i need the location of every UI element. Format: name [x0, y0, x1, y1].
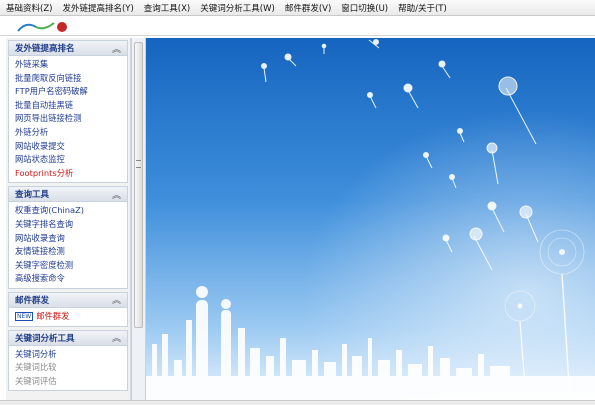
- nav-link-mass-mail[interactable]: NEW 邮件群发: [15, 310, 127, 324]
- panel-title: 关键词分析工具: [15, 333, 75, 344]
- nav-link-backlink-analysis[interactable]: 外链分析: [15, 126, 127, 140]
- double-chevron-up-icon[interactable]: ︽: [112, 293, 121, 306]
- nav-link-keyword-density[interactable]: 关键字密度检测: [15, 259, 127, 273]
- nav-link-export-link-check[interactable]: 网页导出链接检测: [15, 112, 127, 126]
- nav-link-site-submit[interactable]: 网站收录提交: [15, 140, 127, 154]
- panel-title: 发外链提高排名: [15, 44, 75, 54]
- status-bar: [0, 400, 595, 405]
- nav-link-label: 邮件群发: [36, 310, 70, 321]
- sidebar: 发外链提高排名 ︽ 外链采集 批量爬取反向链接 FTP用户名密码破解 批量自动挂…: [6, 38, 131, 400]
- panel-header-mass-mail[interactable]: 邮件群发 ︽: [9, 292, 127, 308]
- nav-link-site-monitor[interactable]: 网站状态监控: [15, 153, 127, 167]
- app-logo-icon: [17, 22, 67, 32]
- panel-keyword-tools: 关键词分析工具 ︽ 关键词分析 关键词比较 关键词评估: [8, 329, 128, 392]
- double-chevron-up-icon[interactable]: ︽: [112, 188, 121, 201]
- panel-mass-mail: 邮件群发 ︽ NEW 邮件群发: [8, 291, 128, 327]
- nav-link-friend-link-check[interactable]: 友情链接检测: [15, 245, 127, 259]
- dandelion-sky-illustration: [146, 38, 595, 400]
- panel-header-keyword-tools[interactable]: 关键词分析工具 ︽: [9, 330, 127, 346]
- menu-help-about[interactable]: 帮助/关于(T): [398, 2, 447, 14]
- nav-link-keyword-rank[interactable]: 关键字排名查询: [15, 218, 127, 232]
- sidebar-scrollbar[interactable]: [131, 38, 146, 400]
- nav-link-footprints[interactable]: Footprints分析: [15, 167, 127, 181]
- nav-link-backlink-collect[interactable]: 外链采集: [15, 58, 127, 72]
- menu-backlink-ranking[interactable]: 发外链提高排名(Y): [62, 2, 133, 14]
- splitter-grip-icon[interactable]: [136, 160, 141, 168]
- nav-link-keyword-analysis[interactable]: 关键词分析: [15, 348, 127, 362]
- new-badge: NEW: [15, 311, 34, 321]
- nav-link-advanced-search[interactable]: 高级搜索命令: [15, 272, 127, 286]
- menu-basic-info[interactable]: 基础资料(Z): [6, 2, 52, 14]
- scrollbar-thumb[interactable]: [134, 42, 143, 328]
- nav-link-index-query[interactable]: 网站收录查询: [15, 232, 127, 246]
- nav-link-weight-query[interactable]: 权重查询(ChinaZ): [15, 204, 127, 218]
- menu-mass-mail[interactable]: 邮件群发(V): [285, 2, 331, 14]
- nav-link-crawl-reverse-links[interactable]: 批量爬取反向链接: [15, 72, 127, 86]
- menu-query-tools[interactable]: 查询工具(X): [144, 2, 190, 14]
- nav-link-auto-hidden-links[interactable]: 批量自动挂黑链: [15, 99, 127, 113]
- double-chevron-up-icon[interactable]: ︽: [112, 42, 121, 55]
- toolbar-strip: [0, 16, 595, 36]
- welcome-background: [146, 38, 595, 400]
- panel-header-query-tools[interactable]: 查询工具 ︽: [9, 187, 127, 203]
- nav-link-keyword-compare[interactable]: 关键词比较: [15, 361, 127, 375]
- panel-backlink-ranking: 发外链提高排名 ︽ 外链采集 批量爬取反向链接 FTP用户名密码破解 批量自动挂…: [8, 40, 128, 184]
- nav-link-keyword-evaluate[interactable]: 关键词评估: [15, 375, 127, 389]
- panel-header-backlink-ranking[interactable]: 发外链提高排名 ︽: [9, 41, 127, 56]
- panel-title: 查询工具: [15, 190, 50, 201]
- double-chevron-up-icon[interactable]: ︽: [112, 331, 121, 344]
- panel-query-tools: 查询工具 ︽ 权重查询(ChinaZ) 关键字排名查询 网站收录查询 友情链接检…: [8, 186, 128, 289]
- menu-bar: 基础资料(Z) 发外链提高排名(Y) 查询工具(X) 关键词分析工具(W) 邮件…: [0, 0, 595, 16]
- nav-link-ftp-crack[interactable]: FTP用户名密码破解: [15, 85, 127, 99]
- menu-window-switch[interactable]: 窗口切换(U): [341, 2, 388, 14]
- panel-title: 邮件群发: [15, 295, 50, 306]
- menu-keyword-analysis[interactable]: 关键词分析工具(W): [200, 2, 275, 14]
